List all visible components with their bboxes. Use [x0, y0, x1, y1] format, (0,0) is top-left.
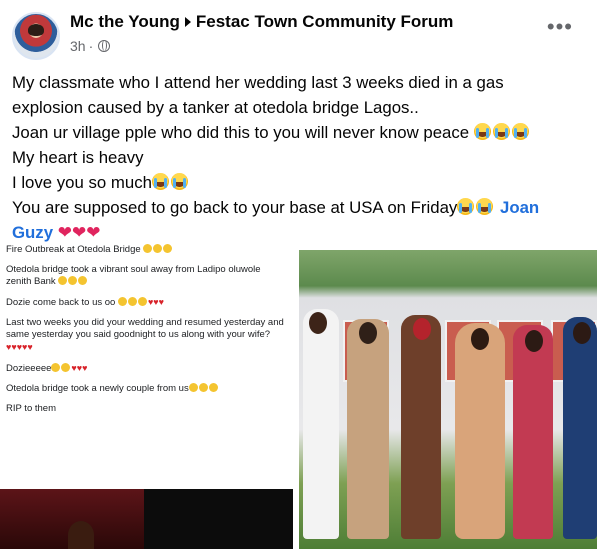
- post-meta: 3h ·: [70, 38, 111, 54]
- post-line: I love you so much: [12, 170, 585, 195]
- author-line: Mc the Young Festac Town Community Forum: [70, 12, 453, 32]
- mention-link[interactable]: Guzy: [12, 223, 53, 242]
- screenshot-line: Dozieeeee ♥♥♥: [6, 363, 88, 374]
- crying-emoji-icon: [511, 123, 529, 140]
- crying-emoji-icon: [492, 123, 510, 140]
- screenshot-image-area: [0, 489, 293, 549]
- more-options-icon[interactable]: •••: [547, 16, 573, 38]
- author-name[interactable]: Mc the Young: [70, 12, 180, 31]
- author-avatar[interactable]: [12, 12, 60, 60]
- post-header: Mc the Young Festac Town Community Forum …: [12, 8, 585, 60]
- screenshot-line: Dozie come back to us oo ♥♥♥: [6, 297, 164, 308]
- post-line: My classmate who I attend her wedding la…: [12, 73, 504, 92]
- post-line: Joan ur village pple who did this to you…: [12, 120, 585, 145]
- heart-icon: ❤: [71, 223, 87, 242]
- arrow-right-icon: [184, 17, 191, 28]
- post-body: My classmate who I attend her wedding la…: [12, 70, 585, 245]
- crying-emoji-icon: [473, 123, 491, 140]
- crying-emoji-icon: [476, 198, 494, 215]
- screenshot-text: Fire Outbreak at Otedola Bridge Otedola …: [6, 244, 288, 423]
- group-name[interactable]: Festac Town Community Forum: [196, 12, 454, 31]
- heart-icon: ❤: [86, 223, 101, 242]
- crying-emoji-icon: [170, 173, 188, 190]
- globe-icon: [98, 40, 111, 52]
- screenshot-line: Otedola bridge took a vibrant soul away …: [6, 264, 261, 287]
- crying-emoji-icon: [151, 173, 169, 190]
- screenshot-line: Fire Outbreak at Otedola Bridge: [6, 244, 288, 256]
- photo-grid: Fire Outbreak at Otedola Bridge Otedola …: [0, 244, 597, 549]
- post-time[interactable]: 3h: [70, 38, 86, 54]
- post-line: Guzy ❤❤❤: [12, 220, 585, 245]
- crying-emoji-icon: [457, 198, 475, 215]
- photo-wedding-group[interactable]: [299, 250, 597, 549]
- post-line: My heart is heavy: [12, 148, 144, 167]
- photo-screenshot[interactable]: Fire Outbreak at Otedola Bridge Otedola …: [0, 244, 296, 549]
- mention-link[interactable]: Joan: [500, 198, 539, 217]
- screenshot-line: Otedola bridge took a newly couple from …: [6, 383, 288, 395]
- screenshot-line: RIP to them: [6, 403, 56, 414]
- heart-icon: ❤: [57, 223, 72, 242]
- screenshot-line: Last two weeks you did your wedding and …: [6, 317, 284, 352]
- post-line: You are supposed to go back to your base…: [12, 198, 540, 217]
- post-line: explosion caused by a tanker at otedola …: [12, 98, 419, 117]
